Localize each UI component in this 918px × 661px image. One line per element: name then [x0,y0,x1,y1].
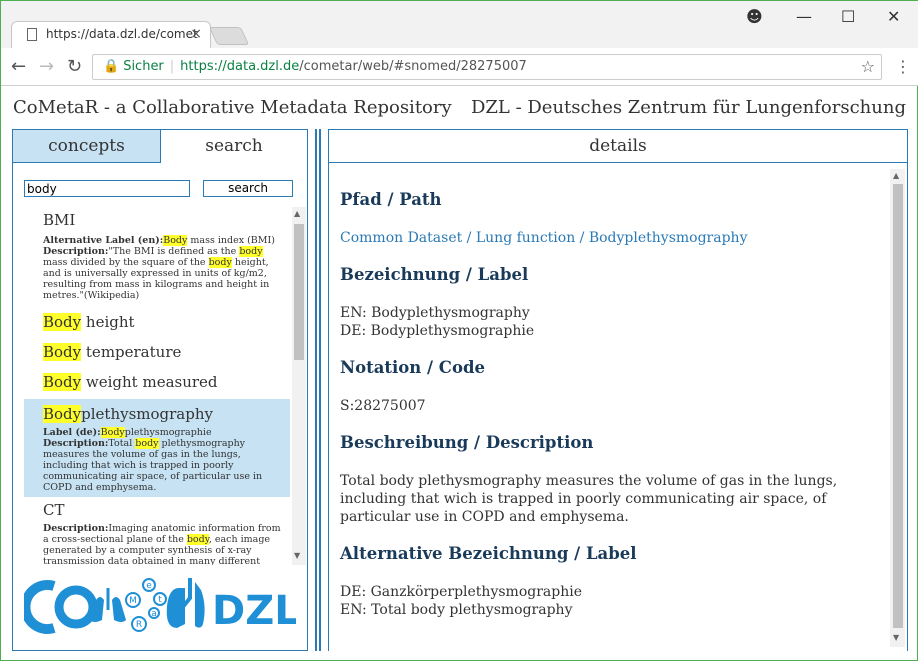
result-title: CT [43,501,65,519]
description-heading: Beschreibung / Description [340,433,594,452]
browser-menu-icon[interactable]: ⋮ [895,57,911,76]
omnibox-divider: | [169,59,175,74]
logo-letter: e [146,581,152,591]
results-scroll-thumb[interactable] [294,224,304,360]
scroll-down-icon[interactable]: ▼ [893,633,899,642]
left-panel: concepts search search BMI Alternative L… [12,129,308,651]
new-tab-button[interactable] [208,27,250,45]
search-input[interactable] [24,180,190,197]
alt-label-en: EN: Total body plethysmography [340,602,573,618]
tab-details[interactable]: details [329,130,907,163]
label-en: EN: Bodyplethysmography [340,305,530,321]
user-account-icon[interactable]: ☻ [746,7,763,26]
app-title: CoMetaR - a Collaborative Metadata Repos… [13,97,452,118]
result-bmi[interactable]: BMI Alternative Label (en):Body mass ind… [24,207,290,305]
result-body-weight[interactable]: Body weight measured [24,365,290,395]
logo-letter: t [158,595,162,605]
dzl-wordmark: DZL [212,588,296,634]
label-heading: Bezeichnung / Label [340,265,529,284]
scroll-up-icon[interactable]: ▲ [893,171,899,180]
logo-letter: M [129,596,137,606]
label-de: DE: Bodyplethysmographie [340,323,535,339]
back-button[interactable]: ← [11,56,26,77]
result-title: Body weight measured [43,373,218,391]
browser-toolbar: ← → ↻ 🔒 Sicher | https://data.dzl.de/cometa… [1,48,918,86]
maximize-icon[interactable]: ☐ [841,7,855,26]
org-title: DZL - Deutsches Zentrum für Lungenforsch… [470,97,906,118]
details-panel: details Pfad / Path Common Dataset / Lun… [328,129,908,651]
secure-label: Sicher [123,59,164,74]
browser-tab[interactable]: https://data.dzl.de/comet × [11,21,211,48]
panel-divider[interactable] [315,129,317,651]
url-path: /cometar/web/#snomed/28275007 [299,59,527,74]
minimize-icon[interactable]: — [796,7,812,26]
code-heading: Notation / Code [340,358,485,377]
result-title: BMI [43,211,76,229]
result-detail: Description:Imaging anatomic information… [43,523,281,565]
result-detail: Label (de):Bodyplethysmographie Descript… [43,427,263,493]
logo-letter: R [136,620,142,630]
cometar-dzl-logo: M e t a R DZL [24,578,296,634]
reload-button[interactable]: ↻ [67,56,82,77]
browser-tabbar: https://data.dzl.de/comet × ☻ — ☐ ✕ [1,1,918,48]
tab-search[interactable]: search [161,130,307,163]
scroll-down-icon[interactable]: ▼ [294,551,300,560]
breadcrumb-link[interactable]: Lung function [476,230,575,246]
page-icon [27,28,37,41]
description-text: Total body plethysmography measures the … [340,473,838,525]
search-results: BMI Alternative Label (en):Body mass ind… [24,207,290,565]
address-bar[interactable]: 🔒 Sicher | https://data.dzl.de/cometar/web/… [92,54,882,80]
breadcrumb-link[interactable]: Bodyplethysmography [589,230,748,246]
result-title: Bodyplethysmography [43,405,213,423]
path-heading: Pfad / Path [340,190,442,209]
tab-concepts[interactable]: concepts [13,130,161,163]
result-detail: Alternative Label (en):Body mass index (… [43,235,275,301]
result-title: Body temperature [43,343,182,361]
details-scrollbar[interactable]: ▲ ▼ [890,169,905,647]
lock-icon: 🔒 [103,59,120,74]
tab-title: https://data.dzl.de/comet [46,27,198,41]
results-scrollbar[interactable]: ▲ ▼ [292,207,306,565]
label-values: EN: Bodyplethysmography DE: Bodyplethysm… [340,304,885,340]
details-scroll-thumb[interactable] [893,184,903,628]
details-body: Pfad / Path Common Dataset / Lung functi… [340,190,885,637]
close-window-icon[interactable]: ✕ [887,7,900,26]
result-title: Body height [43,313,135,331]
panel-divider[interactable] [319,129,321,651]
result-body-temperature[interactable]: Body temperature [24,335,290,365]
forward-button[interactable]: → [39,56,54,77]
breadcrumb-link[interactable]: Common Dataset [340,230,462,246]
result-bodyplethysmography[interactable]: Bodyplethysmography Label (de):Bodypleth… [24,399,290,497]
path-breadcrumb: Common Dataset / Lung function / Bodyple… [340,230,748,246]
tab-close-icon[interactable]: × [190,26,202,42]
alt-label-values: DE: Ganzkörperplethysmographie EN: Total… [340,583,885,619]
result-ct[interactable]: CT Description:Imaging anatomic informat… [24,497,290,565]
result-body-height[interactable]: Body height [24,305,290,335]
alt-label-de: DE: Ganzkörperplethysmographie [340,584,582,600]
bookmark-star-icon[interactable]: ☆ [861,57,875,76]
code-value: S:28275007 [340,398,426,414]
url-host: https://data.dzl.de [180,59,300,74]
alt-label-heading: Alternative Bezeichnung / Label [340,544,637,563]
search-button[interactable]: search [203,180,293,197]
scroll-up-icon[interactable]: ▲ [294,209,300,218]
logo-letter: a [151,609,157,619]
